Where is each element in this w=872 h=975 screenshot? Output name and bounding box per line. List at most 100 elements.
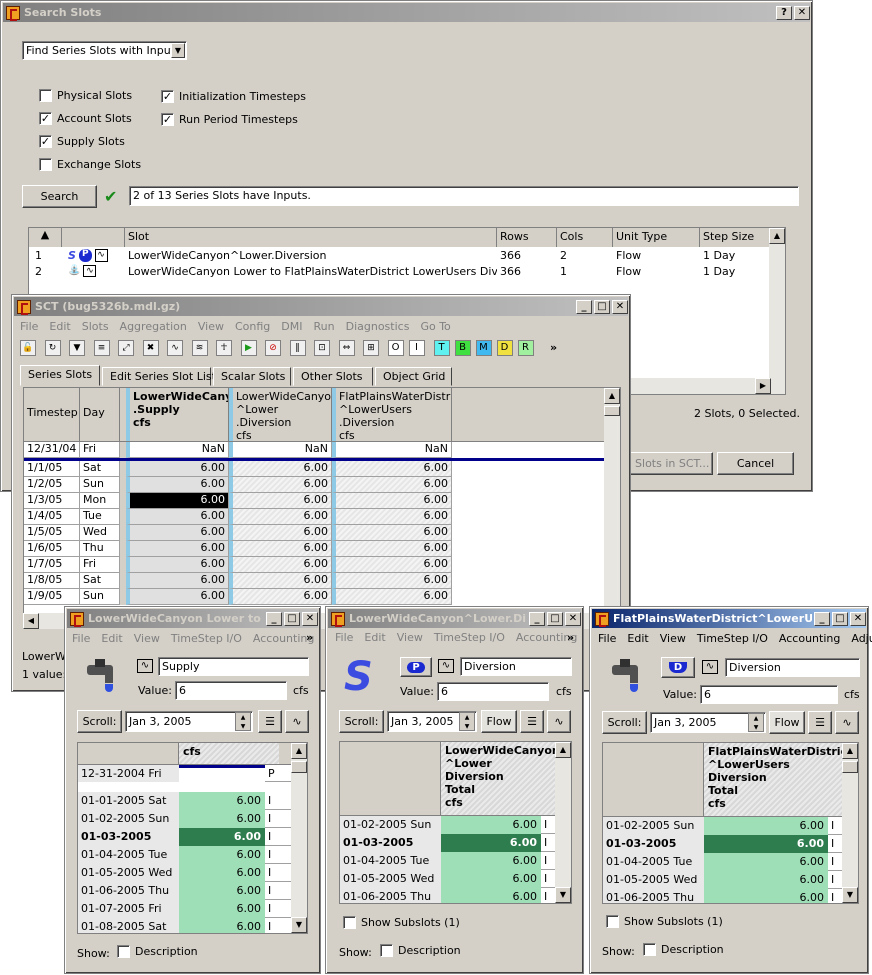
table-row[interactable]: 01-07-2005 Fri 6.00 I — [78, 899, 307, 918]
menu-timestep-i-o[interactable]: TimeStep I/O — [434, 631, 505, 644]
more-menu-icon[interactable]: » — [306, 631, 313, 644]
checkbox-box[interactable] — [39, 89, 52, 102]
table-view-icon[interactable]: ☰ — [808, 711, 832, 734]
show-subslots-checkbox[interactable]: Show Subslots (1) — [606, 915, 723, 928]
link-icon[interactable]: ⤢ — [118, 340, 134, 356]
stop-icon[interactable]: ⊘ — [265, 340, 281, 356]
cell-value[interactable]: 6.00 — [229, 541, 332, 557]
value-field[interactable]: 6 — [437, 682, 549, 701]
flow-button[interactable]: Flow — [481, 710, 517, 733]
cell-value[interactable]: 6.00 — [229, 461, 332, 477]
table-view-icon[interactable]: ☰ — [520, 710, 544, 733]
flag-b-button[interactable]: B — [454, 340, 471, 356]
table-view-icon[interactable]: ☰ — [258, 710, 282, 733]
cell-value[interactable]: 6.00 — [332, 589, 452, 605]
flatplains-titlebar[interactable]: FlatPlainsWaterDistrict^LowerUs... _ □ ✕ — [592, 609, 866, 628]
maximize-button[interactable]: □ — [547, 611, 563, 626]
description-checkbox[interactable]: Description — [643, 943, 724, 956]
more-tools-icon[interactable]: » — [550, 341, 557, 354]
scroll-up-arrow[interactable]: ▲ — [291, 743, 307, 759]
scroll-down-arrow[interactable]: ▼ — [291, 917, 307, 933]
checkbox-physical-slots[interactable]: Physical Slots — [39, 89, 132, 102]
scroll-up-arrow[interactable]: ▲ — [842, 743, 858, 759]
menu-timestep-i-o[interactable]: TimeStep I/O — [171, 632, 242, 645]
value-column-header[interactable]: cfs — [179, 743, 279, 764]
runner-icon[interactable]: ☥ — [216, 340, 232, 356]
cell-value[interactable]: 6.00 — [704, 852, 828, 871]
table-row[interactable]: 01-05-2005 Wed 6.00 I — [340, 869, 571, 888]
value-column-header[interactable]: FlatPlainsWaterDistrict ^LowerUsers Dive… — [704, 743, 852, 816]
menu-file[interactable]: File — [598, 632, 616, 645]
maximize-button[interactable]: □ — [832, 611, 848, 626]
table-row[interactable]: 01-03-2005 Mon 6.00 I — [78, 827, 307, 861]
cancel-button[interactable]: Cancel — [717, 452, 794, 475]
scroll-left-arrow[interactable]: ◀ — [23, 613, 39, 629]
cell-value[interactable]: 6.00 — [332, 525, 452, 541]
cell-value[interactable]: 6.00 — [704, 834, 828, 853]
tab-edit-series-slot-list[interactable]: Edit Series Slot List — [102, 367, 216, 386]
slot-name-field[interactable]: Diversion — [460, 657, 572, 676]
cell-value[interactable]: 6.00 — [332, 573, 452, 589]
column-timestep[interactable]: Timestep — [24, 388, 80, 441]
checkbox-run-period-timesteps[interactable]: ✓ Run Period Timesteps — [161, 113, 298, 126]
menu-diagnostics[interactable]: Diagnostics — [346, 320, 410, 333]
table-row[interactable]: 01-06-2005 Thu 6.00 I — [340, 887, 571, 903]
cell-value[interactable]: 6.00 — [332, 477, 452, 493]
cell-value[interactable]: 6.00 — [126, 541, 229, 557]
checkbox-box[interactable]: ✓ — [39, 112, 52, 125]
cell-value[interactable]: 6.00 — [179, 827, 265, 846]
scroll-thumb[interactable] — [604, 406, 620, 416]
cell-value[interactable]: 6.00 — [126, 525, 229, 541]
cell-value[interactable]: 6.00 — [332, 509, 452, 525]
checkbox-box[interactable] — [39, 158, 52, 171]
cell-value[interactable]: 6.00 — [229, 493, 332, 509]
cell-value[interactable]: 6.00 — [126, 477, 229, 493]
cell-value[interactable]: 6.00 — [441, 851, 541, 870]
menu-edit[interactable]: Edit — [364, 631, 385, 644]
cell-value[interactable]: 6.00 — [332, 493, 452, 509]
table-row[interactable]: 01-03-2005 Mon 6.00 I — [603, 834, 858, 868]
table-row[interactable]: 01-04-2005 Tue 6.00 I — [340, 851, 571, 870]
plot-view-icon[interactable]: ∿ — [835, 711, 859, 734]
column-day[interactable]: Day — [80, 388, 120, 441]
table-row[interactable]: 12/31/04 Fri NaN NaN NaN — [24, 442, 620, 458]
table-row[interactable]: 01-02-2005 Sun 6.00 I — [78, 809, 307, 828]
search-mode-select[interactable]: Find Series Slots with Inputs ▼ — [22, 41, 187, 60]
checkbox-box[interactable]: ✓ — [161, 90, 174, 103]
table-row[interactable]: 1/7/05 Fri 6.00 6.00 6.00 — [24, 557, 620, 573]
scroll-up-arrow[interactable]: ▲ — [555, 742, 571, 758]
table-row[interactable]: 01-05-2005 Wed 6.00 I — [603, 870, 858, 889]
menu-accounting[interactable]: Accounting — [779, 632, 840, 645]
cell-value[interactable]: 6.00 — [332, 541, 452, 557]
menu-view[interactable]: View — [660, 632, 686, 645]
run-icon[interactable]: ▶ — [240, 340, 257, 356]
slot-name-field[interactable]: Diversion — [725, 658, 860, 677]
fit-icon[interactable]: ⊡ — [314, 340, 330, 356]
scroll-button[interactable]: Scroll: — [77, 710, 122, 733]
value-field[interactable]: 6 — [175, 681, 287, 700]
table-row[interactable]: 1 S P ∿ LowerWideCanyon^Lower.Diversion 366 2 F… — [29, 247, 785, 263]
spinner-arrows-icon[interactable]: ▲ ▼ — [459, 712, 475, 731]
expand-icon[interactable]: ⇔ — [338, 340, 355, 356]
table-row[interactable]: 01-03-2005 Mon 6.00 I — [340, 833, 571, 867]
checkbox-box[interactable] — [380, 944, 393, 957]
menu-file[interactable]: File — [72, 632, 90, 645]
sct-vscroll[interactable]: ▲ — [604, 388, 620, 622]
cell-value[interactable]: 6.00 — [229, 573, 332, 589]
cell-value[interactable]: 6.00 — [126, 573, 229, 589]
search-slots-titlebar[interactable]: Search Slots ? ✕ — [3, 3, 810, 22]
cell-value[interactable]: 6.00 — [179, 899, 265, 918]
table-row[interactable]: 1/4/05 Tue 6.00 6.00 6.00 — [24, 509, 620, 525]
checkbox-box[interactable]: ✓ — [161, 113, 174, 126]
cell-value[interactable]: 6.00 — [229, 477, 332, 493]
scroll-button[interactable]: Scroll: — [602, 711, 647, 734]
table-row[interactable]: 1/9/05 Sun 6.00 6.00 6.00 — [24, 589, 620, 605]
table-row[interactable]: 01-05-2005 Wed 6.00 I — [78, 863, 307, 882]
table-row[interactable]: 1/5/05 Wed 6.00 6.00 6.00 — [24, 525, 620, 541]
cell-value[interactable]: 6.00 — [126, 557, 229, 573]
minimize-button[interactable]: _ — [266, 611, 282, 626]
column-slot-2[interactable]: LowerWideCanyon ^Lower .Diversion cfs — [229, 388, 332, 441]
spinner-arrows-icon[interactable]: ▲ ▼ — [235, 712, 251, 731]
cell-value[interactable]: 6.00 — [704, 816, 828, 835]
plot-view-icon[interactable]: ∿ — [547, 710, 571, 733]
